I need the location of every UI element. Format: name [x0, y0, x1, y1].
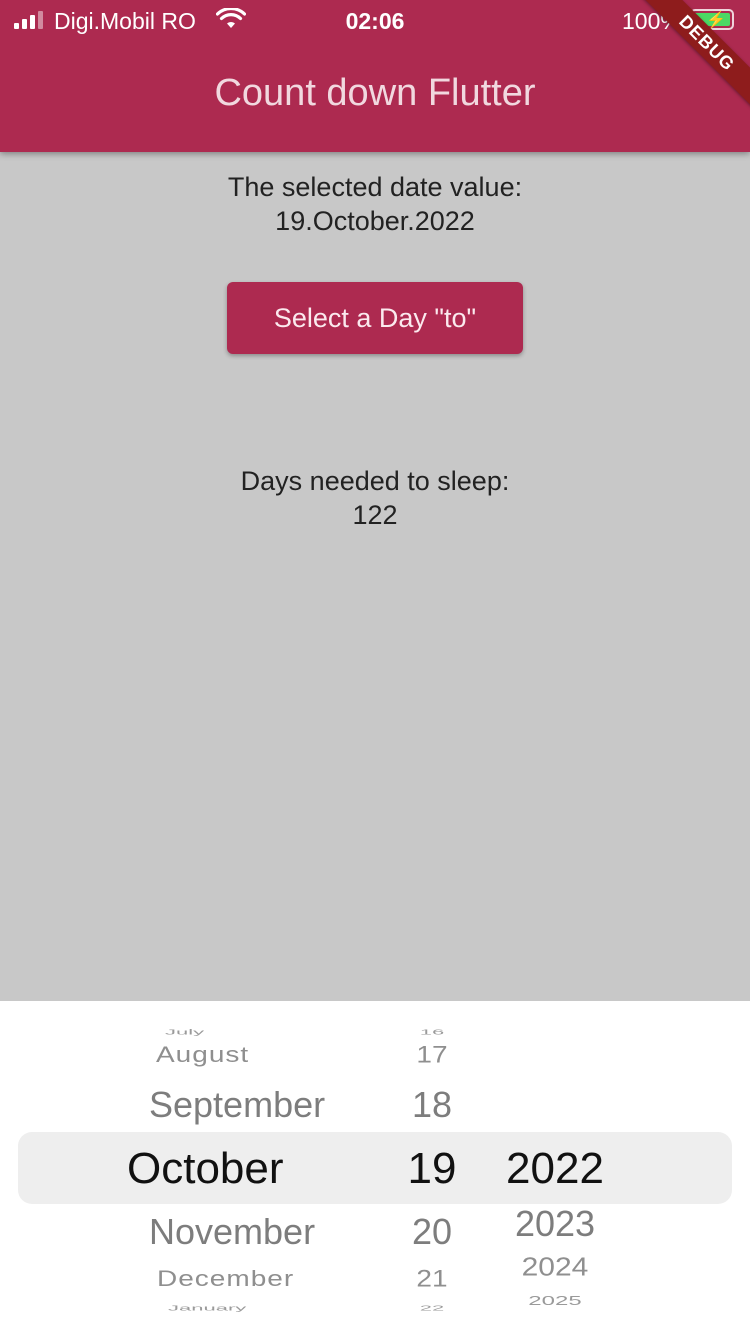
picker-day-item[interactable]: 16: [392, 1027, 472, 1036]
picker-day-item[interactable]: 20: [392, 1211, 472, 1253]
select-day-button[interactable]: Select a Day "to": [227, 282, 523, 354]
picker-day-item-selected[interactable]: 19: [392, 1144, 472, 1194]
picker-year-item[interactable]: 2023: [495, 1203, 615, 1245]
picker-month-item-selected[interactable]: October: [127, 1144, 437, 1194]
status-bar: Digi.Mobil RO 02:06 100% ⚡: [0, 0, 750, 42]
page-title: Count down Flutter: [214, 72, 536, 114]
picker-day-item[interactable]: 18: [392, 1084, 472, 1126]
selected-date-value: 19.October.2022: [275, 206, 475, 236]
days-needed-value: 122: [352, 500, 398, 530]
picker-year-item-selected[interactable]: 2022: [495, 1144, 615, 1194]
picker-day-item[interactable]: 17: [392, 1041, 472, 1068]
app-bar: Digi.Mobil RO 02:06 100% ⚡ Count down Fl…: [0, 0, 750, 152]
picker-year-item[interactable]: 2025: [495, 1293, 615, 1308]
picker-day-item[interactable]: 21: [392, 1265, 472, 1292]
picker-year-item[interactable]: 2024: [495, 1254, 615, 1283]
days-needed-label: Days needed to sleep:: [240, 466, 510, 496]
picker-day-item[interactable]: 22: [392, 1303, 472, 1312]
date-picker[interactable]: July August September October November D…: [0, 1001, 750, 1334]
selected-date-label: The selected date value:: [227, 172, 523, 202]
